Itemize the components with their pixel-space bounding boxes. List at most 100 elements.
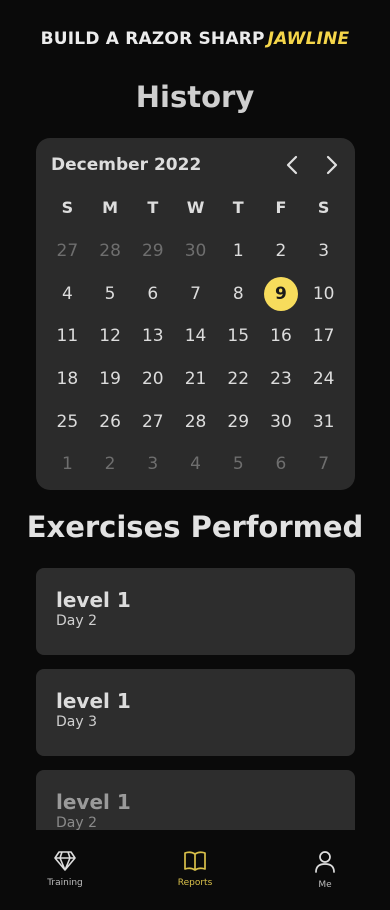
- exercises-section-title: Exercises Performed: [26, 510, 364, 544]
- calendar-day-number: 7: [318, 454, 330, 475]
- calendar-day[interactable]: 6: [131, 277, 174, 311]
- calendar-day[interactable]: 2: [89, 447, 132, 481]
- calendar-day[interactable]: 2: [260, 234, 303, 268]
- calendar-day-number: 2: [104, 454, 116, 475]
- calendar-day[interactable]: 23: [260, 362, 303, 396]
- exercise-day: Day 2: [56, 815, 98, 830]
- weekday-label: M: [102, 198, 119, 217]
- calendar-day[interactable]: 5: [89, 277, 132, 311]
- exercise-card[interactable]: level 1 Day 3: [36, 669, 355, 756]
- calendar-week-row: 25 26 27 28 29 30 31: [46, 400, 345, 443]
- calendar-day-grid: 27 28 29 30 1 2 3 4 5 6 7 8 9 10 11 12 13 14 15 16 17 18 19 20 2…: [46, 230, 345, 486]
- calendar-day[interactable]: 18: [46, 362, 89, 396]
- calendar-day-number: 21: [184, 369, 207, 390]
- calendar-day-number: 18: [56, 369, 79, 390]
- chevron-right-icon: [326, 155, 338, 175]
- calendar-day[interactable]: 26: [89, 405, 132, 439]
- calendar-day[interactable]: 3: [302, 234, 345, 268]
- calendar-day[interactable]: 25: [46, 405, 89, 439]
- book-icon: [184, 851, 206, 871]
- calendar-day[interactable]: 28: [89, 234, 132, 268]
- exercise-list[interactable]: level 1 Day 2 level 1 Day 3 level 1 Day 2: [36, 568, 355, 830]
- weekday-label: S: [317, 198, 330, 217]
- exercise-name: level 1: [56, 689, 131, 713]
- calendar-day[interactable]: 10: [302, 277, 345, 311]
- calendar-day[interactable]: 31: [302, 405, 345, 439]
- calendar-day[interactable]: 30: [174, 234, 217, 268]
- weekday-label: T: [232, 198, 244, 217]
- calendar-day-number: 31: [312, 411, 335, 432]
- calendar-day[interactable]: 1: [46, 447, 89, 481]
- calendar-day[interactable]: 13: [131, 319, 174, 353]
- person-icon: [315, 851, 335, 873]
- calendar-day[interactable]: 27: [131, 405, 174, 439]
- calendar-day[interactable]: 28: [174, 405, 217, 439]
- calendar-day-number: 19: [99, 369, 121, 390]
- calendar-day[interactable]: 21: [174, 362, 217, 396]
- calendar-day-number: 29: [227, 411, 250, 432]
- calendar-day-number: 30: [184, 241, 207, 262]
- calendar-day-number: 7: [190, 283, 201, 304]
- diamond-icon: [54, 851, 76, 871]
- calendar-day[interactable]: 19: [89, 362, 132, 396]
- tab-me[interactable]: Me: [260, 830, 390, 910]
- calendar-day-number: 24: [312, 369, 335, 390]
- calendar-day[interactable]: 22: [217, 362, 260, 396]
- calendar-day[interactable]: 29: [131, 234, 174, 268]
- exercise-day: Day 3: [56, 714, 98, 730]
- calendar-day[interactable]: 7: [174, 277, 217, 311]
- tab-label: Reports: [177, 878, 213, 888]
- previous-month-button[interactable]: [279, 152, 305, 178]
- weekday-label: T: [147, 198, 159, 217]
- calendar-day[interactable]: 11: [46, 319, 89, 353]
- calendar-week-row: 11 12 13 14 15 16 17: [46, 315, 345, 358]
- calendar-day[interactable]: 1: [217, 234, 260, 268]
- exercise-card[interactable]: level 1 Day 2: [36, 770, 355, 830]
- calendar-day-number: 15: [227, 326, 250, 347]
- calendar-day[interactable]: 4: [46, 277, 89, 311]
- weekday-header-row: SMTWTFS: [46, 198, 345, 217]
- calendar-day-number: 4: [61, 283, 73, 304]
- calendar-day[interactable]: 7: [302, 447, 345, 481]
- weekday-label: S: [61, 198, 74, 217]
- calendar-week-row: 1 2 3 4 5 6 7: [46, 443, 345, 486]
- calendar-day-number: 28: [184, 411, 207, 432]
- calendar-day[interactable]: 30: [260, 405, 303, 439]
- calendar-day[interactable]: 5: [217, 447, 260, 481]
- calendar-day-number: 3: [147, 454, 159, 475]
- calendar-day-number: 13: [141, 326, 164, 347]
- tab-training[interactable]: Training: [0, 830, 130, 910]
- calendar-day[interactable]: 17: [302, 319, 345, 353]
- calendar-day[interactable]: 6: [260, 447, 303, 481]
- calendar-day-number: 23: [270, 369, 292, 390]
- calendar-day[interactable]: 27: [46, 234, 89, 268]
- app-title-accent: JAWLINE: [267, 29, 350, 49]
- calendar: December 2022 SMTWTFS 27 28 29 30 1 2 3 4 5 6 7 8 9 1…: [36, 138, 355, 490]
- calendar-day-number: 5: [232, 454, 244, 475]
- tab-reports[interactable]: Reports: [130, 830, 260, 910]
- exercise-day: Day 2: [56, 613, 98, 629]
- calendar-day-number: 10: [312, 283, 335, 304]
- exercise-card[interactable]: level 1 Day 2: [36, 568, 355, 655]
- calendar-day-selected[interactable]: 9: [260, 276, 303, 311]
- calendar-day[interactable]: 20: [131, 362, 174, 396]
- calendar-day[interactable]: 12: [89, 319, 132, 353]
- calendar-day-number: 2: [275, 241, 287, 262]
- calendar-day[interactable]: 14: [174, 319, 217, 353]
- calendar-day-number: 8: [232, 283, 244, 304]
- calendar-day[interactable]: 29: [217, 405, 260, 439]
- calendar-day-number: 4: [190, 454, 201, 475]
- next-month-button[interactable]: [319, 152, 345, 178]
- calendar-week-row: 18 19 20 21 22 23 24: [46, 358, 345, 401]
- calendar-day-number: 11: [56, 326, 79, 347]
- weekday-label: F: [275, 198, 287, 217]
- calendar-day[interactable]: 4: [174, 447, 217, 481]
- calendar-day[interactable]: 8: [217, 277, 260, 311]
- calendar-day[interactable]: 15: [217, 319, 260, 353]
- calendar-week-row: 4 5 6 7 8 9 10: [46, 273, 345, 316]
- calendar-day-number: 29: [141, 241, 164, 262]
- calendar-day[interactable]: 24: [302, 362, 345, 396]
- calendar-day[interactable]: 3: [131, 447, 174, 481]
- calendar-day-number: 6: [147, 283, 159, 304]
- calendar-day[interactable]: 16: [260, 319, 303, 353]
